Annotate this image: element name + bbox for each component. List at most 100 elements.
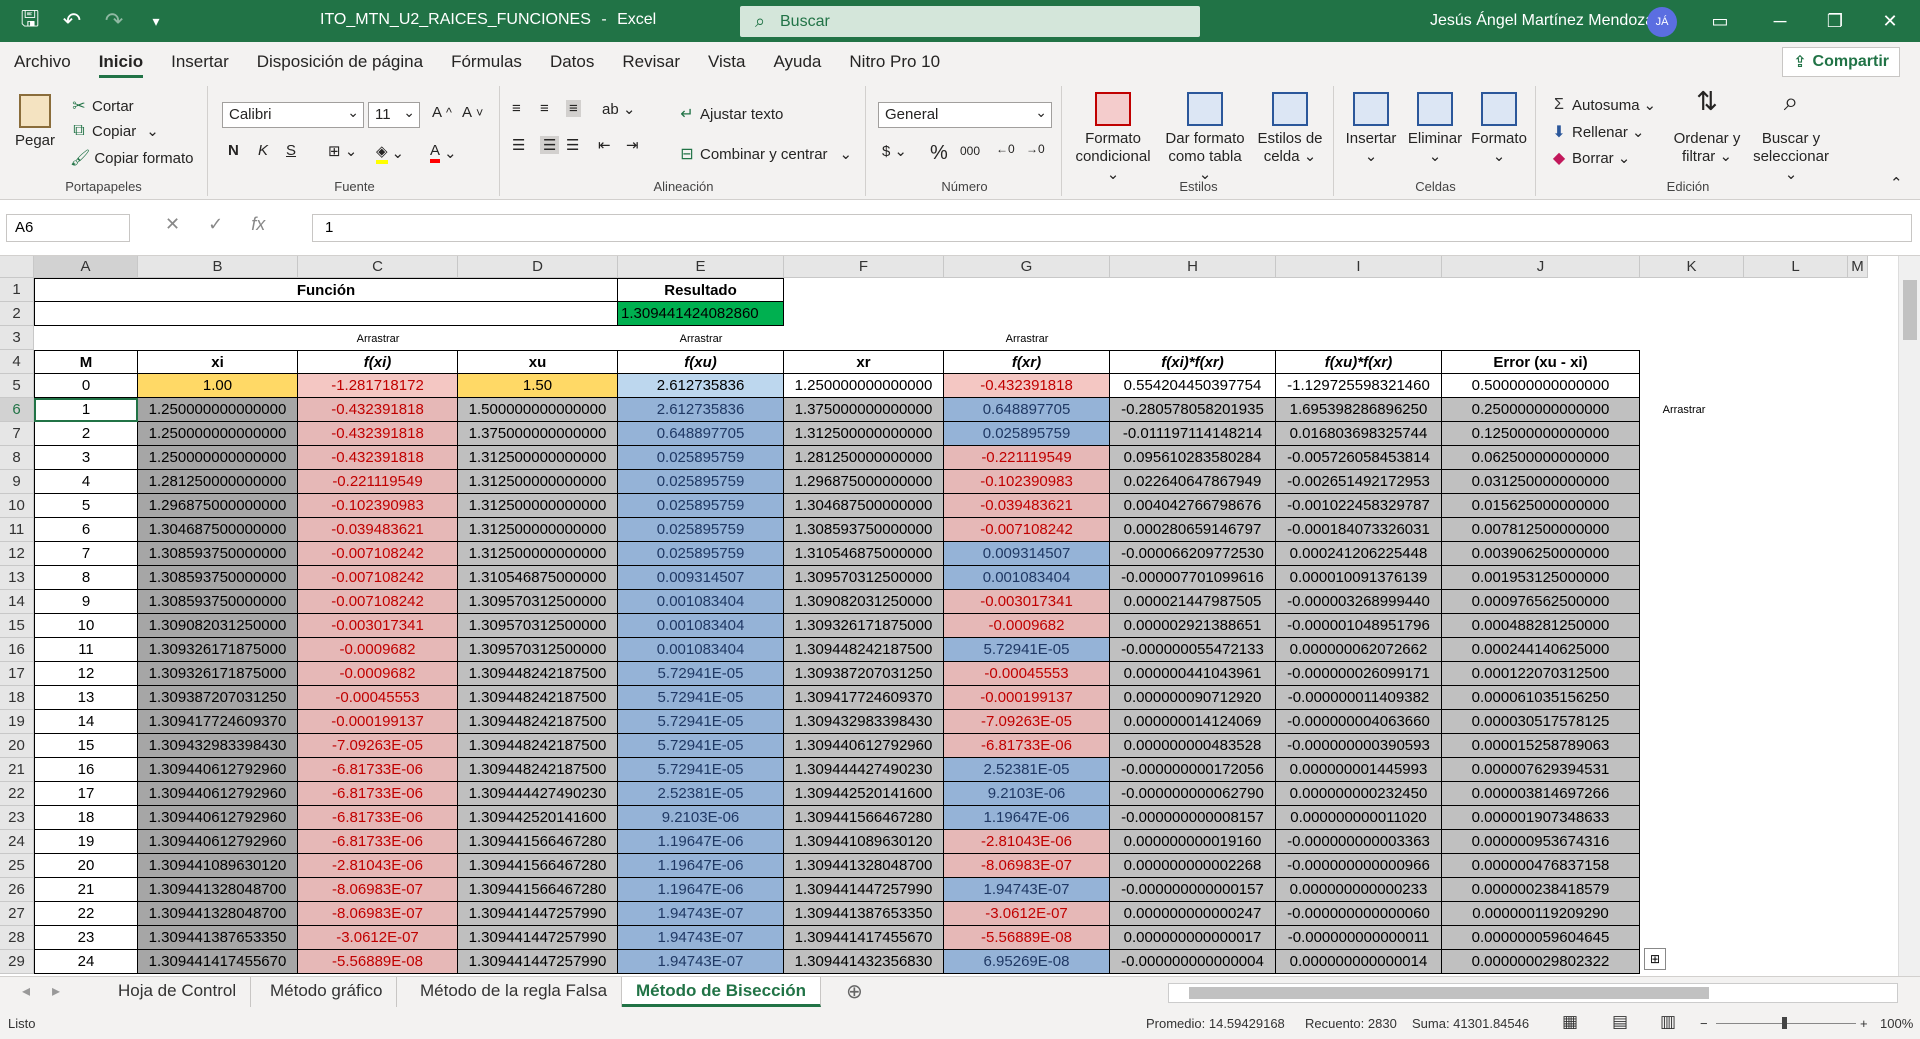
sheet-tab-hoja-control[interactable]: Hoja de Control: [104, 977, 252, 1007]
table-cell[interactable]: 0.025895759: [618, 494, 784, 518]
table-cell[interactable]: -0.102390983: [944, 470, 1110, 494]
column-header-e[interactable]: E: [618, 256, 784, 278]
table-cell[interactable]: 9.2103E-06: [618, 806, 784, 830]
customize-toolbar-icon[interactable]: ▾: [144, 13, 168, 30]
column-header-m[interactable]: M: [1848, 256, 1868, 278]
table-header[interactable]: f(xr): [944, 350, 1110, 374]
table-cell[interactable]: 3: [34, 446, 138, 470]
table-cell[interactable]: 1.19647E-06: [618, 830, 784, 854]
table-cell[interactable]: 1.309570312500000: [784, 566, 944, 590]
table-cell[interactable]: 0.000000062072662: [1276, 638, 1442, 662]
table-cell[interactable]: 0.031250000000000: [1442, 470, 1640, 494]
table-cell[interactable]: -0.039483621: [298, 518, 458, 542]
align-top-icon[interactable]: ≡: [512, 100, 521, 117]
table-cell[interactable]: 1.309441432356830: [784, 950, 944, 974]
table-cell[interactable]: 0.015625000000000: [1442, 494, 1640, 518]
insert-function-icon[interactable]: fx: [251, 214, 265, 235]
table-cell[interactable]: 1.309448242187500: [458, 686, 618, 710]
table-cell[interactable]: 0.025895759: [618, 542, 784, 566]
row-header[interactable]: 21: [0, 758, 34, 782]
table-cell[interactable]: -0.0009682: [944, 614, 1110, 638]
table-cell[interactable]: 1.309387207031250: [784, 662, 944, 686]
table-cell[interactable]: 1.309082031250000: [784, 590, 944, 614]
percent-button[interactable]: %: [930, 142, 948, 165]
table-cell[interactable]: 0.025895759: [618, 518, 784, 542]
column-header-f[interactable]: F: [784, 256, 944, 278]
table-header[interactable]: M: [34, 350, 138, 374]
table-cell[interactable]: 6: [34, 518, 138, 542]
table-cell[interactable]: -1.281718172: [298, 374, 458, 398]
table-cell[interactable]: 1.309444427490230: [458, 782, 618, 806]
table-cell[interactable]: 1.309417724609370: [138, 710, 298, 734]
wrap-text-button[interactable]: ↵ Ajustar texto: [678, 104, 783, 124]
decrease-indent-icon[interactable]: ⇤: [598, 136, 611, 154]
row-header[interactable]: 3: [0, 326, 34, 350]
vertical-scrollbar[interactable]: [1898, 256, 1920, 976]
table-cell[interactable]: 1.94743E-07: [618, 902, 784, 926]
table-cell[interactable]: 1.250000000000000: [138, 422, 298, 446]
table-cell[interactable]: 1.309441447257990: [458, 902, 618, 926]
table-cell[interactable]: 1.375000000000000: [458, 422, 618, 446]
table-cell[interactable]: 1.309441089630120: [138, 854, 298, 878]
table-cell[interactable]: 0.016803698325744: [1276, 422, 1442, 446]
table-cell[interactable]: 1.695398286896250: [1276, 398, 1442, 422]
table-cell[interactable]: 1.309440612792960: [138, 758, 298, 782]
table-cell[interactable]: 16: [34, 758, 138, 782]
table-cell[interactable]: 0.000000090712920: [1110, 686, 1276, 710]
table-cell[interactable]: 0.000002921388651: [1110, 614, 1276, 638]
undo-icon[interactable]: ↶: [60, 8, 84, 34]
table-cell[interactable]: -0.000000000000011: [1276, 926, 1442, 950]
tab-revisar[interactable]: Revisar: [608, 42, 694, 82]
table-cell[interactable]: 1.309082031250000: [138, 614, 298, 638]
table-cell[interactable]: 0.000000014124069: [1110, 710, 1276, 734]
table-cell[interactable]: -0.000000000062790: [1110, 782, 1276, 806]
merge-center-button[interactable]: ⊟ Combinar y centrar ⌄: [678, 144, 852, 164]
horizontal-scroll-thumb[interactable]: [1189, 987, 1709, 999]
table-cell[interactable]: 1.19647E-06: [618, 854, 784, 878]
table-header[interactable]: xi: [138, 350, 298, 374]
tab-insertar[interactable]: Insertar: [157, 42, 243, 82]
table-cell[interactable]: 1.250000000000000: [138, 446, 298, 470]
spreadsheet-grid[interactable]: A B C D E F G H I J K L M 1 2 3 4 5 6 7 8 9 10 11 12 13 14 15 16 17 18…: [0, 256, 1898, 976]
table-cell[interactable]: 12: [34, 662, 138, 686]
table-cell[interactable]: 5.72941E-05: [618, 710, 784, 734]
close-icon[interactable]: ✕: [1860, 0, 1920, 42]
table-cell[interactable]: 0.648897705: [944, 398, 1110, 422]
table-cell[interactable]: 1.500000000000000: [458, 398, 618, 422]
table-cell[interactable]: -0.007108242: [298, 566, 458, 590]
table-cell[interactable]: -0.00045553: [298, 686, 458, 710]
table-cell[interactable]: -0.000000000008157: [1110, 806, 1276, 830]
cell-styles-button[interactable]: Estilos de celda ⌄: [1252, 92, 1328, 166]
table-cell[interactable]: -0.432391818: [298, 398, 458, 422]
table-cell[interactable]: 0.000280659146797: [1110, 518, 1276, 542]
table-cell[interactable]: -5.56889E-08: [944, 926, 1110, 950]
table-cell[interactable]: 5.72941E-05: [618, 758, 784, 782]
restore-icon[interactable]: ❐: [1805, 0, 1865, 42]
table-cell[interactable]: 2.612735836: [618, 374, 784, 398]
table-cell[interactable]: 1.309440612792960: [784, 734, 944, 758]
align-left-icon[interactable]: ☰: [512, 136, 525, 154]
bold-button[interactable]: N: [228, 142, 239, 159]
table-cell[interactable]: 15: [34, 734, 138, 758]
tab-inicio[interactable]: Inicio: [85, 42, 157, 82]
table-cell[interactable]: 0.000010091376139: [1276, 566, 1442, 590]
table-cell[interactable]: 1.309432983398430: [784, 710, 944, 734]
table-cell[interactable]: 1.309441387653350: [784, 902, 944, 926]
table-cell[interactable]: 1.309570312500000: [458, 614, 618, 638]
tab-archivo[interactable]: Archivo: [0, 42, 85, 82]
table-cell[interactable]: 6.95269E-08: [944, 950, 1110, 974]
table-cell[interactable]: -0.000199137: [298, 710, 458, 734]
table-cell[interactable]: 1.308593750000000: [138, 566, 298, 590]
table-cell[interactable]: -0.00045553: [944, 662, 1110, 686]
table-cell[interactable]: 1.309441566467280: [458, 830, 618, 854]
row-header[interactable]: 10: [0, 494, 34, 518]
table-cell[interactable]: -0.000000000000157: [1110, 878, 1276, 902]
table-cell[interactable]: -8.06983E-07: [298, 902, 458, 926]
tab-ayuda[interactable]: Ayuda: [759, 42, 835, 82]
table-cell[interactable]: 0.000000059604645: [1442, 926, 1640, 950]
table-cell[interactable]: 13: [34, 686, 138, 710]
table-cell[interactable]: 0.000000476837158: [1442, 854, 1640, 878]
row-header[interactable]: 19: [0, 710, 34, 734]
table-cell[interactable]: 1.309441328048700: [138, 878, 298, 902]
column-header-c[interactable]: C: [298, 256, 458, 278]
